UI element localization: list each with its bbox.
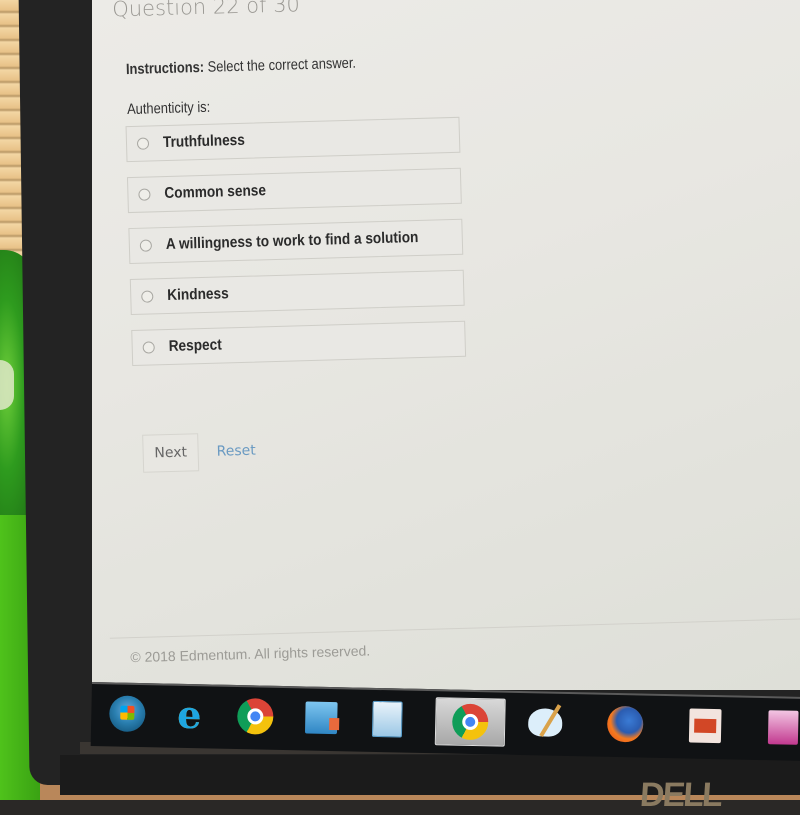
answer-option-label: Truthfulness (162, 131, 246, 152)
footer-divider (109, 617, 800, 639)
answer-option-label: Respect (168, 336, 222, 355)
answer-option-label: A willingness to work to find a solution (165, 228, 419, 254)
chrome-icon (451, 703, 489, 741)
paint-icon (527, 708, 563, 737)
answer-option-label: Kindness (167, 285, 229, 305)
taskbar-start-button[interactable] (101, 690, 154, 737)
instructions-text: Select the correct answer. (203, 54, 357, 76)
taskbar-item-access[interactable] (757, 704, 800, 751)
question-counter: Question 22 of 30 (111, 0, 301, 22)
radio-button[interactable] (142, 341, 155, 354)
radio-button[interactable] (141, 290, 154, 303)
copyright-footer: © 2018 Edmentum. All rights reserved. (130, 642, 371, 666)
calculator-icon (371, 700, 403, 738)
dell-logo: DELL (638, 776, 723, 814)
chrome-icon (236, 698, 274, 735)
radio-button[interactable] (138, 188, 151, 201)
remote-desktop-icon (304, 701, 338, 735)
answer-option[interactable]: A willingness to work to find a solution (128, 218, 464, 265)
screen: Question 22 of 30 Instructions: Select t… (92, 0, 800, 690)
windows-start-icon (108, 695, 146, 733)
next-button[interactable]: Next (142, 433, 200, 473)
answer-options: Truthfulness Common sense A willingness … (125, 116, 467, 381)
taskbar-item-powerpoint[interactable] (679, 702, 732, 749)
question-prompt: Authenticity is: (126, 98, 211, 119)
instructions: Instructions: Select the correct answer. (126, 55, 357, 78)
taskbar-item-remote-desktop[interactable] (295, 694, 348, 741)
taskbar-item-firefox[interactable] (599, 701, 652, 748)
reset-link[interactable]: Reset (216, 443, 256, 460)
radio-button[interactable] (139, 239, 153, 252)
taskbar-item-calculator[interactable] (361, 696, 414, 743)
taskbar-item-chrome-active[interactable] (434, 697, 506, 747)
taskbar-item-chrome[interactable] (229, 693, 282, 740)
answer-option-label: Common sense (164, 182, 267, 203)
powerpoint-icon (688, 708, 722, 744)
answer-option[interactable]: Truthfulness (125, 116, 461, 163)
quiz-page: Question 22 of 30 Instructions: Select t… (92, 0, 800, 665)
firefox-icon (606, 705, 644, 743)
internet-explorer-icon: e (176, 691, 202, 738)
answer-option[interactable]: Common sense (126, 167, 462, 214)
taskbar-item-internet-explorer[interactable]: e (163, 692, 216, 739)
plant-highlight (0, 360, 14, 410)
taskbar-item-paint[interactable] (519, 699, 572, 746)
access-icon (767, 710, 799, 745)
answer-option[interactable]: Kindness (129, 269, 465, 316)
quiz-actions: Next Reset (142, 432, 256, 473)
radio-button[interactable] (136, 137, 150, 150)
answer-option[interactable]: Respect (131, 320, 467, 367)
instructions-label: Instructions: (125, 58, 205, 79)
